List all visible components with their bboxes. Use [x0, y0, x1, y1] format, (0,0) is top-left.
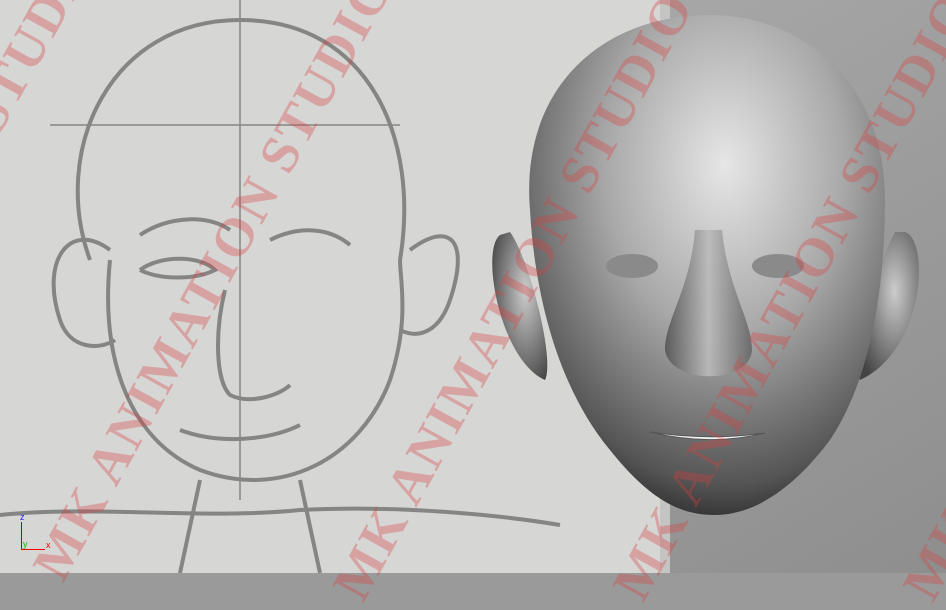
x-axis-label: x: [46, 540, 51, 550]
y-axis-label: y: [23, 539, 28, 549]
axis-gizmo: z y x: [18, 512, 58, 557]
z-axis-line: [21, 522, 22, 549]
z-axis-label: z: [20, 512, 25, 522]
viewport-scene: [0, 0, 946, 574]
x-axis-line: [21, 549, 45, 550]
3d-viewport[interactable]: MK ANIMATION STUDIO MK ANIMATION STUDIO …: [0, 0, 946, 610]
